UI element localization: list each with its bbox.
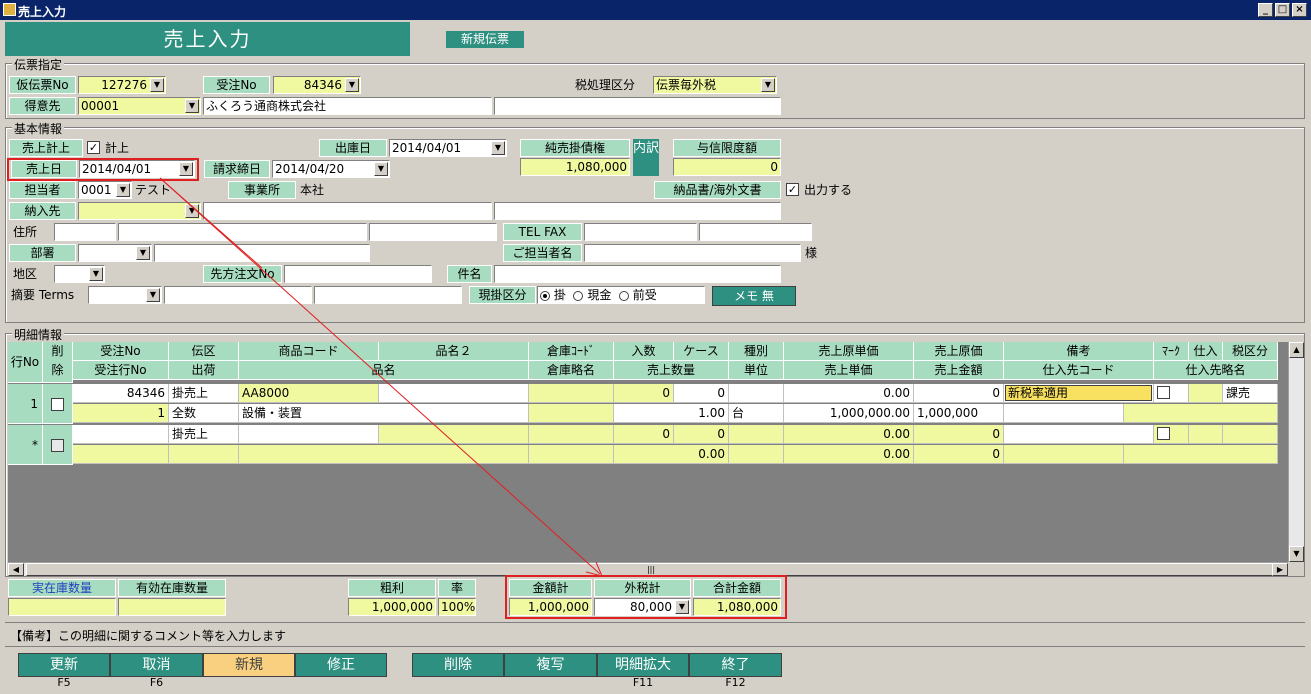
status-divider-bottom [5, 646, 1305, 647]
update-button[interactable]: 更新 [18, 653, 110, 677]
expand-detail-button[interactable]: 明細拡大 [597, 653, 689, 677]
arrow-line-upper [159, 177, 263, 269]
annotation-arrows [159, 177, 603, 577]
new-button[interactable]: 新規 [203, 653, 295, 677]
status-text: 【備考】この明細に関するコメント等を入力します [10, 629, 287, 643]
delete-button[interactable]: 削除 [412, 653, 504, 677]
cancel-button[interactable]: 取消 [110, 653, 203, 677]
update-key: F5 [57, 676, 71, 689]
cancel-key: F6 [149, 676, 164, 689]
arrow-line-to-totals [159, 177, 601, 575]
copy-button[interactable]: 複写 [504, 653, 597, 677]
expand-detail-key: F11 [632, 676, 654, 689]
edit-button[interactable]: 修正 [295, 653, 387, 677]
exit-key: F12 [725, 676, 746, 689]
exit-button[interactable]: 終了 [689, 653, 782, 677]
status-divider [5, 622, 1305, 623]
